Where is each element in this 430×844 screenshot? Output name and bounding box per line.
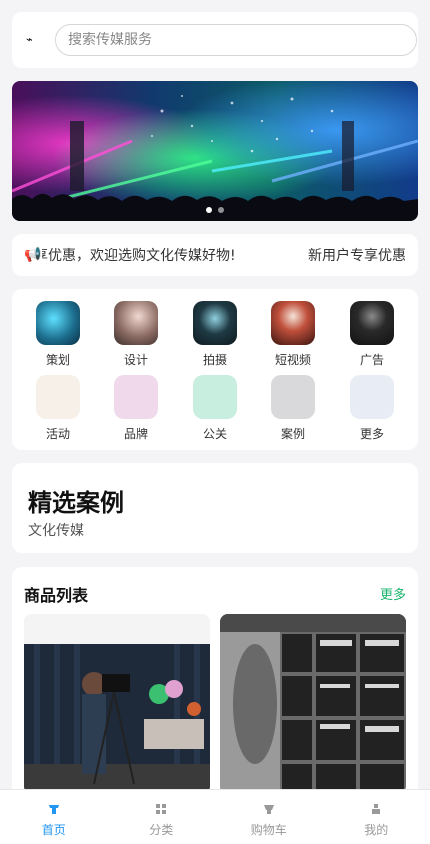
- home-icon: [48, 805, 59, 814]
- product-image: [24, 614, 210, 794]
- category-label: 更多: [359, 427, 384, 441]
- search-input[interactable]: 搜索传媒服务: [55, 24, 417, 56]
- category-icon: [114, 375, 158, 419]
- user-icon: [372, 804, 381, 814]
- category-label: 品牌: [123, 427, 148, 441]
- notice-bar[interactable]: 📢 享优惠，欢迎选购文化传媒好物! 新用户专享优惠: [12, 234, 418, 276]
- category-label: 短视频: [274, 353, 311, 367]
- category-grid: 策划 设计 拍摄 短视频 广告 活动 品牌 公关 案例 更多: [12, 289, 418, 450]
- notice-text: 享优惠，欢迎选购文化传媒好物!: [42, 248, 236, 264]
- tab-home-label: 首页: [41, 823, 66, 837]
- megaphone-icon: 📢: [24, 247, 42, 263]
- category-icon: [36, 301, 80, 345]
- category-label: 活动: [45, 427, 70, 441]
- category-item[interactable]: 品牌: [106, 375, 166, 442]
- featured-title: 精选案例: [28, 489, 124, 517]
- featured-cases-card[interactable]: 精选案例 文化传媒: [12, 463, 418, 553]
- category-label: 公关: [202, 427, 227, 441]
- product-card[interactable]: [24, 614, 210, 794]
- tab-mine-label: 我的: [364, 823, 389, 837]
- featured-subtitle: 文化传媒: [28, 523, 84, 539]
- carousel-dot[interactable]: [218, 207, 224, 213]
- category-item[interactable]: 短视频: [263, 301, 323, 368]
- tab-mine[interactable]: 我的: [323, 790, 430, 844]
- product-card[interactable]: [220, 614, 406, 794]
- category-icon: [36, 375, 80, 419]
- category-label: 策划: [45, 353, 70, 367]
- category-label: 广告: [359, 353, 384, 367]
- banner-image: [12, 81, 418, 221]
- carousel-dot[interactable]: [206, 207, 212, 213]
- tab-cart[interactable]: 购物车: [215, 790, 323, 844]
- carousel-indicator: [12, 207, 418, 213]
- category-icon: [193, 301, 237, 345]
- category-item[interactable]: 公关: [185, 375, 245, 442]
- tab-cart-label: 购物车: [250, 823, 287, 837]
- category-item[interactable]: 广告: [342, 301, 402, 368]
- category-item[interactable]: 案例: [263, 375, 323, 442]
- category-icon: [114, 301, 158, 345]
- notice-tag: 新用户专享优惠: [308, 248, 406, 264]
- category-icon: [350, 375, 394, 419]
- cart-icon: [263, 805, 274, 814]
- product-list-title: 商品列表: [24, 586, 89, 605]
- category-label: 拍摄: [202, 353, 227, 367]
- category-item[interactable]: 拍摄: [185, 301, 245, 368]
- category-item[interactable]: 策划: [28, 301, 88, 368]
- category-icon: [193, 375, 237, 419]
- banner-carousel[interactable]: [12, 81, 418, 221]
- tab-home[interactable]: 首页: [0, 790, 108, 844]
- category-label: 设计: [123, 353, 148, 367]
- category-item[interactable]: 更多: [342, 375, 402, 442]
- product-image: [220, 614, 406, 794]
- tab-category[interactable]: 分类: [108, 790, 216, 844]
- more-link[interactable]: 更多: [380, 584, 406, 603]
- search-bar: ⌁ 搜索传媒服务: [12, 12, 418, 68]
- category-icon: [271, 301, 315, 345]
- bottom-tab-bar: 首页 分类 购物车 我的: [0, 789, 430, 844]
- category-item[interactable]: 设计: [106, 301, 166, 368]
- category-icon: [271, 375, 315, 419]
- grid-icon: [156, 804, 167, 814]
- lightning-logo-icon: ⌁: [26, 33, 33, 46]
- tab-category-label: 分类: [149, 823, 174, 837]
- category-item[interactable]: 活动: [28, 375, 88, 442]
- category-icon: [350, 301, 394, 345]
- category-label: 案例: [280, 427, 305, 441]
